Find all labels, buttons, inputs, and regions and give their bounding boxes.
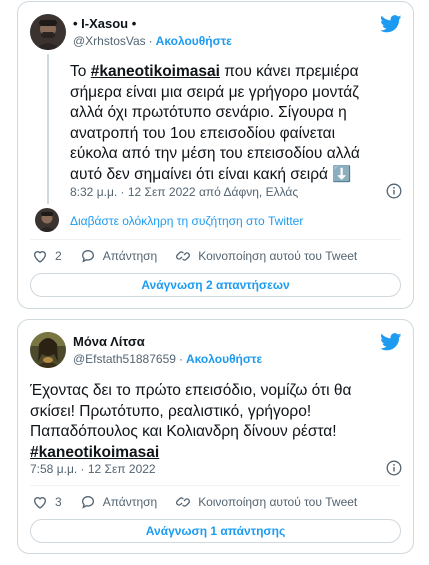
display-name[interactable]: Μόνα Λίτσα: [73, 334, 145, 349]
share-link-icon: [176, 497, 191, 507]
action-bar: 3 Απάντηση Κοινοποίηση αυτού του Tweet: [32, 494, 357, 510]
tweet-card: • I-Xasou • @XrhstosVas · Ακολουθήστε Το #…: [17, 1, 414, 309]
reply-icon: [81, 495, 94, 509]
thread-line: [47, 54, 49, 204]
timestamp[interactable]: 7:58 μ.μ. · 12 Σεπ 2022: [30, 462, 156, 476]
tweet-text: Έχοντας δει το πρώτο επεισόδιο, νομίζω ό…: [30, 382, 352, 461]
info-icon[interactable]: [386, 460, 402, 476]
display-name[interactable]: • I-Xasou •: [73, 16, 136, 31]
read-replies-button[interactable]: Ανάγνωση 2 απαντήσεων: [30, 273, 401, 297]
like-button[interactable]: 3: [32, 494, 62, 510]
follow-button[interactable]: Ακολουθήστε: [156, 34, 232, 48]
tweet-text: Το #kaneotikoimasai που κάνει πρεμιέρα σ…: [70, 63, 360, 183]
read-replies-button[interactable]: Ανάγνωση 1 απάντησης: [30, 519, 401, 543]
twitter-bird-icon[interactable]: [380, 333, 402, 351]
heart-icon: [33, 251, 47, 263]
share-link-icon: [176, 251, 191, 261]
info-icon[interactable]: [386, 183, 402, 199]
twitter-bird-icon[interactable]: [380, 15, 402, 33]
hashtag-link[interactable]: #kaneotikoimasai: [30, 444, 159, 461]
like-count: 3: [55, 495, 62, 509]
down-arrow-emoji: ⬇️: [332, 165, 352, 183]
handle[interactable]: @XrhstosVas: [73, 34, 146, 48]
tweet-card: Μόνα Λίτσα @Efstath51887659 · Ακολουθήστε …: [17, 319, 414, 554]
share-button[interactable]: Κοινοποίηση αυτού του Tweet: [175, 248, 357, 264]
divider: [30, 485, 401, 486]
avatar[interactable]: [30, 332, 66, 368]
timestamp[interactable]: 8:32 μ.μ. · 12 Σεπ 2022 από Δάφνη, Ελλάς: [70, 185, 298, 199]
read-thread-link[interactable]: Διαβάστε ολόκληρη τη συζήτηση στο Twitte…: [70, 214, 303, 228]
heart-icon: [33, 497, 47, 509]
like-button[interactable]: 2: [32, 248, 62, 264]
follow-button[interactable]: Ακολουθήστε: [186, 352, 262, 366]
like-count: 2: [55, 249, 62, 263]
reply-icon: [81, 249, 94, 263]
action-bar: 2 Απάντηση Κοινοποίηση αυτού του Tweet: [32, 248, 357, 264]
avatar[interactable]: [30, 14, 66, 50]
avatar-small[interactable]: [35, 208, 59, 232]
handle-row: @Efstath51887659 · Ακολουθήστε: [73, 352, 263, 366]
reply-button[interactable]: Απάντηση: [80, 494, 157, 510]
reply-button[interactable]: Απάντηση: [80, 248, 157, 264]
hashtag-link[interactable]: #kaneotikoimasai: [91, 63, 220, 80]
handle[interactable]: @Efstath51887659: [73, 352, 176, 366]
divider: [30, 239, 401, 240]
share-button[interactable]: Κοινοποίηση αυτού του Tweet: [175, 494, 357, 510]
handle-row: @XrhstosVas · Ακολουθήστε: [73, 34, 232, 48]
